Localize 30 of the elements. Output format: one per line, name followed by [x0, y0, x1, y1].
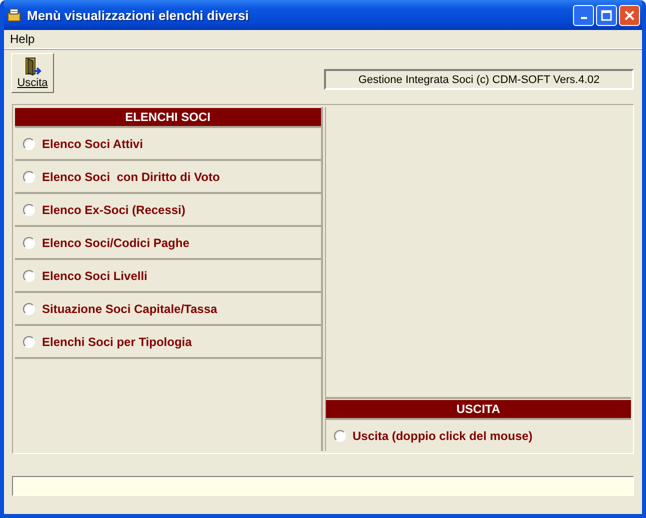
radio-button[interactable] [23, 204, 35, 216]
version-label: Gestione Integrata Soci (c) CDM-SOFT Vers.4.02 [324, 69, 634, 90]
door-icon [24, 57, 42, 77]
radio-button[interactable] [23, 170, 35, 182]
option-label[interactable]: Elenco Soci Livelli [42, 268, 148, 282]
radio-button[interactable] [23, 270, 35, 282]
option-label[interactable]: Uscita (doppio click del mouse) [352, 428, 533, 442]
radio-button[interactable] [23, 236, 35, 248]
option-label[interactable]: Elenco Ex-Soci (Recessi) [42, 202, 186, 216]
maximize-button[interactable] [596, 4, 617, 26]
minimize-button[interactable] [573, 4, 594, 26]
radio-button[interactable] [334, 430, 346, 442]
maximize-icon [601, 10, 612, 20]
option-label[interactable]: Elenchi Soci per Tipologia [42, 334, 192, 348]
exit-button[interactable]: Uscita [11, 53, 54, 93]
radio-button[interactable] [23, 302, 35, 314]
app-icon [6, 7, 22, 23]
radio-button[interactable] [23, 138, 35, 150]
section-heading: ELENCHI SOCI [15, 108, 320, 128]
option-label[interactable]: Elenco Soci con Diritto di Voto [42, 170, 220, 184]
section-heading: USCITA [326, 400, 631, 420]
minimize-icon [580, 17, 586, 19]
menu-item[interactable]: Help [9, 32, 36, 46]
close-icon [624, 10, 635, 20]
window-title: Menù visualizzazioni elenchi diversi [27, 8, 250, 22]
option-label[interactable]: Elenco Soci/Codici Paghe [42, 236, 190, 250]
radio-button[interactable] [23, 336, 35, 348]
option-label[interactable]: Situazione Soci Capitale/Tassa [42, 302, 218, 316]
option-label[interactable]: Elenco Soci Attivi [42, 136, 143, 150]
close-button[interactable] [619, 4, 640, 26]
